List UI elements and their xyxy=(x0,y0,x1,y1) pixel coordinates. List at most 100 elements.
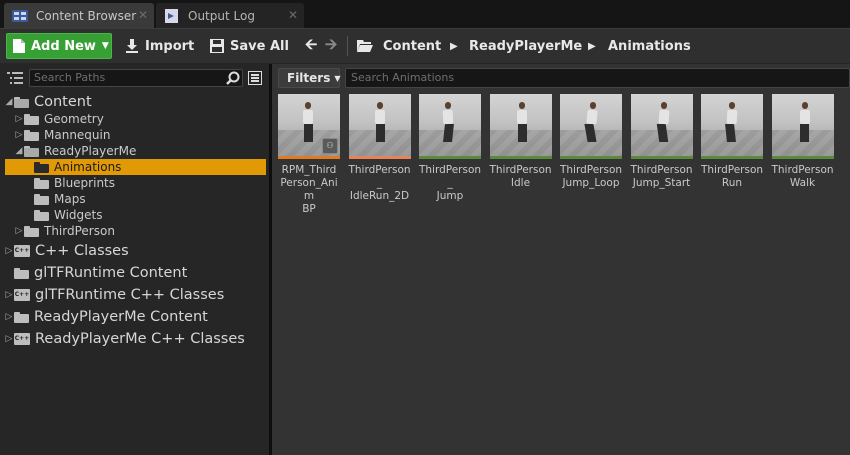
tab-label: Output Log xyxy=(188,8,255,23)
asset-label: RPM_Third Person_Anim BP xyxy=(280,164,338,215)
chevron-down-icon: ▼ xyxy=(334,73,341,83)
asset-label: ThirdPerson Jump_Loop xyxy=(559,164,623,189)
tree-item-maps[interactable]: Maps xyxy=(34,191,86,207)
toolbar: Add New ▼ Import Save All 🡨 🡪 Content ▶ … xyxy=(0,28,850,63)
asset-thumbnail xyxy=(348,94,411,156)
folder-open-icon xyxy=(24,145,39,157)
import-button[interactable]: Import xyxy=(125,33,194,59)
expanded-arrow-icon[interactable]: ◢ xyxy=(4,97,14,107)
asset-label: ThirdPerson Idle xyxy=(489,164,552,189)
collapsed-arrow-icon[interactable]: ▷ xyxy=(4,312,14,322)
folder-icon xyxy=(14,311,29,323)
search-paths-input[interactable]: Search Paths xyxy=(29,69,243,87)
breadcrumb-animations[interactable]: Animations xyxy=(608,33,691,59)
asset-tile[interactable]: ⚇ RPM_Third Person_Anim BP xyxy=(278,94,340,216)
tree-item-geometry[interactable]: ▷ Geometry xyxy=(14,111,104,127)
forward-arrow-icon: 🡪 xyxy=(325,34,338,53)
tree-item-animations[interactable]: Animations xyxy=(5,159,266,175)
search-assets-input[interactable]: Search Animations xyxy=(345,68,850,88)
tree-item-widgets[interactable]: Widgets xyxy=(34,207,103,223)
import-icon xyxy=(126,39,138,53)
asset-type-stripe xyxy=(348,156,411,159)
collapsed-arrow-icon[interactable]: ▷ xyxy=(14,130,24,140)
tree-item-label: ReadyPlayerMe Content xyxy=(34,309,208,325)
list-view-icon[interactable] xyxy=(248,71,262,85)
breadcrumb-root[interactable]: Content xyxy=(357,33,441,59)
asset-thumbnail xyxy=(489,94,552,156)
asset-type-stripe xyxy=(630,156,693,159)
close-icon[interactable]: ✕ xyxy=(288,8,298,22)
asset-view: Filters ▼ Search Animations ⚇ RPM_Third Pe… xyxy=(272,64,850,455)
asset-tile[interactable]: ThirdPerson_ Jump xyxy=(419,94,481,203)
collapsed-arrow-icon[interactable]: ▷ xyxy=(14,114,24,124)
tree-toggle-icon[interactable] xyxy=(7,71,23,85)
tab-output-log[interactable]: Output Log ✕ xyxy=(156,3,304,28)
asset-type-stripe xyxy=(701,156,763,159)
collapsed-arrow-icon[interactable]: ▷ xyxy=(14,226,24,236)
tree-item-label: ReadyPlayerMe xyxy=(44,144,137,158)
folder-icon xyxy=(34,193,49,205)
asset-thumbnail xyxy=(560,94,622,156)
tree-item-gltfruntime-content[interactable]: glTFRuntime Content xyxy=(14,263,187,283)
folder-icon xyxy=(34,209,49,221)
asset-tile[interactable]: ThirdPerson Walk xyxy=(771,94,834,190)
asset-label: ThirdPerson Run xyxy=(700,164,764,189)
asset-tile[interactable]: ThirdPerson_ IdleRun_2D xyxy=(348,94,411,203)
collapsed-arrow-icon[interactable]: ▷ xyxy=(4,334,14,344)
tree-item-gltfruntime-cpp[interactable]: ▷ C++ glTFRuntime C++ Classes xyxy=(4,285,225,305)
cpp-folder-icon: C++ xyxy=(14,289,30,301)
asset-tile[interactable]: ThirdPerson Idle xyxy=(489,94,552,190)
tree-item-readyplayerme-cpp[interactable]: ▷ C++ ReadyPlayerMe C++ Classes xyxy=(4,329,245,349)
asset-tile[interactable]: ThirdPerson Run xyxy=(701,94,763,190)
tree-item-thirdperson[interactable]: ▷ ThirdPerson xyxy=(14,223,115,239)
animbp-badge-icon: ⚇ xyxy=(322,138,338,154)
asset-label: ThirdPerson_ Jump xyxy=(418,164,482,202)
filters-button[interactable]: Filters ▼ xyxy=(278,68,341,88)
tree-item-mannequin[interactable]: ▷ Mannequin xyxy=(14,127,111,143)
asset-label: ThirdPerson_ IdleRun_2D xyxy=(348,164,411,202)
tree-item-label: Widgets xyxy=(54,208,103,222)
new-file-icon xyxy=(13,39,25,53)
output-log-icon xyxy=(165,8,178,23)
asset-thumbnail xyxy=(630,94,693,156)
folder-open-icon xyxy=(357,40,373,52)
tree-item-blueprints[interactable]: Blueprints xyxy=(34,175,115,191)
tree-item-cpp-classes[interactable]: ▷ C++ C++ Classes xyxy=(4,241,129,261)
asset-tile[interactable]: ThirdPerson Jump_Loop xyxy=(560,94,622,190)
toolbar-divider xyxy=(347,36,348,56)
save-all-button[interactable]: Save All xyxy=(210,33,289,59)
chevron-down-icon: ▼ xyxy=(101,41,109,51)
asset-type-stripe xyxy=(560,156,622,159)
close-icon[interactable]: ✕ xyxy=(138,8,148,22)
folder-icon xyxy=(24,113,39,125)
back-button[interactable]: 🡨 xyxy=(305,33,317,59)
tree-item-readyplayerme-content[interactable]: ▷ ReadyPlayerMe Content xyxy=(4,307,208,327)
asset-thumbnail: ⚇ xyxy=(278,94,340,156)
folder-icon xyxy=(24,225,39,237)
content-browser-icon xyxy=(12,9,28,22)
tree-item-label: ReadyPlayerMe C++ Classes xyxy=(35,331,245,347)
tree-item-readyplayerme[interactable]: ◢ ReadyPlayerMe xyxy=(14,143,137,159)
collapsed-arrow-icon[interactable]: ▷ xyxy=(4,246,14,256)
tree-item-content[interactable]: ◢ Content xyxy=(4,92,92,112)
add-new-button[interactable]: Add New ▼ xyxy=(6,33,112,59)
tab-content-browser[interactable]: Content Browser ✕ xyxy=(4,3,154,28)
collapsed-arrow-icon[interactable]: ▷ xyxy=(4,290,14,300)
tree-item-label: ThirdPerson xyxy=(44,224,115,238)
breadcrumb-separator-icon[interactable]: ▶ xyxy=(588,33,596,59)
filters-label: Filters xyxy=(287,71,331,85)
asset-thumbnail xyxy=(771,94,834,156)
import-label: Import xyxy=(145,38,195,54)
add-new-label: Add New xyxy=(31,38,96,54)
breadcrumb-separator-icon[interactable]: ▶ xyxy=(450,33,458,59)
asset-type-stripe xyxy=(278,156,340,159)
tree-item-label: Animations xyxy=(54,160,122,174)
save-all-label: Save All xyxy=(230,38,289,54)
search-icon xyxy=(226,71,240,85)
expanded-arrow-icon[interactable]: ◢ xyxy=(14,146,24,156)
folder-open-icon xyxy=(34,161,49,173)
tree-item-label: Mannequin xyxy=(44,128,111,142)
forward-button[interactable]: 🡪 xyxy=(325,33,337,59)
asset-tile[interactable]: ThirdPerson Jump_Start xyxy=(630,94,693,190)
breadcrumb-readyplayerme[interactable]: ReadyPlayerMe xyxy=(469,33,582,59)
